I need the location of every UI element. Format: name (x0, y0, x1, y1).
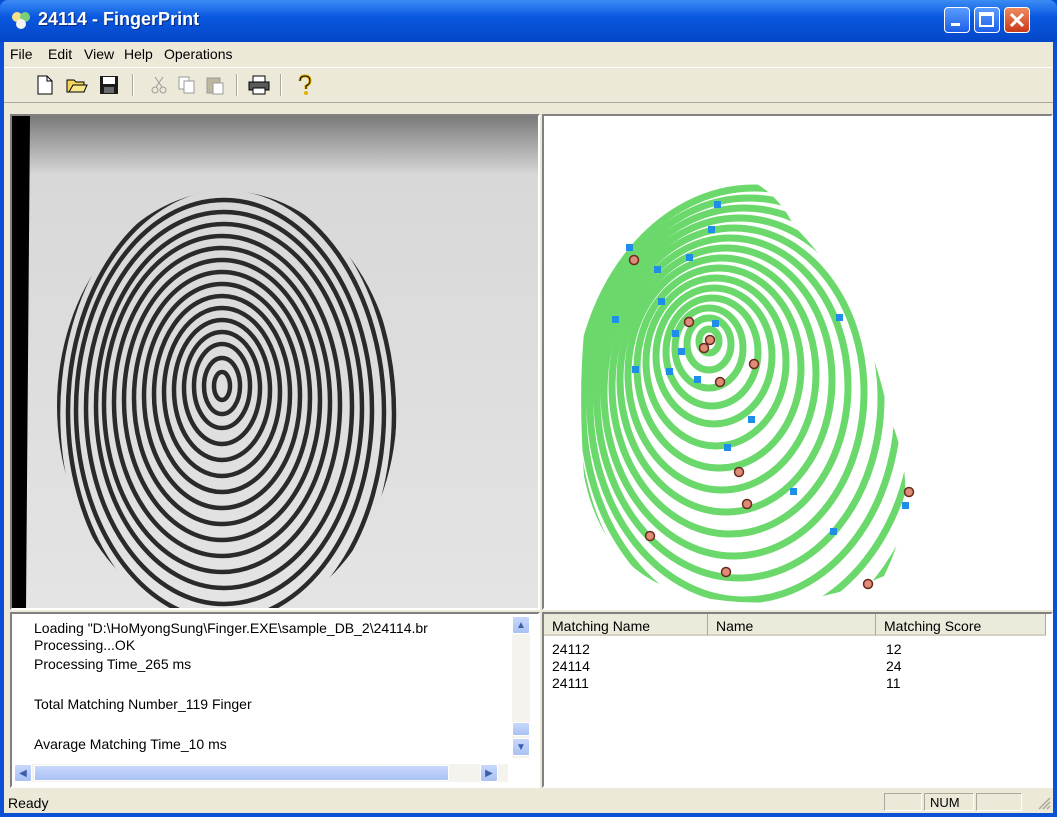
toolbar (4, 67, 1053, 103)
fingerprint-app-icon (12, 12, 30, 29)
menu-operations[interactable]: Operations (164, 46, 232, 62)
print-icon[interactable] (248, 74, 270, 96)
maximize-icon (979, 12, 994, 27)
log-line: Processing...OK (34, 637, 136, 653)
matching-name-cell: 24112 (552, 641, 590, 657)
help-icon[interactable] (294, 74, 316, 96)
status-bar: Ready NUM (4, 790, 1053, 813)
maximize-button[interactable] (974, 7, 1000, 33)
status-text: Ready (8, 795, 49, 811)
matching-name-cell: 24111 (552, 675, 589, 691)
scroll-up-icon[interactable]: ▲ (512, 616, 530, 634)
cut-icon[interactable] (148, 74, 170, 96)
status-pane-caps (884, 793, 922, 811)
score-cell: 24 (886, 658, 902, 674)
menu-help[interactable]: Help (124, 46, 153, 62)
status-pane-num: NUM (924, 793, 974, 811)
log-line: Processing Time_265 ms (34, 656, 192, 672)
app-window: 24114 - FingerPrint File Edit View Help … (0, 0, 1057, 817)
scroll-left-icon[interactable]: ◀ (14, 764, 32, 782)
ridge-map (544, 116, 1051, 608)
menu-bar: File Edit View Help Operations (4, 42, 1053, 66)
paste-icon[interactable] (204, 74, 226, 96)
column-header-name[interactable]: Name (708, 614, 876, 636)
window-title: 24114 - FingerPrint (38, 9, 200, 29)
matching-name-cell: 24114 (552, 658, 590, 674)
resize-grip-icon[interactable] (1037, 796, 1051, 810)
score-cell: 11 (886, 675, 901, 691)
title-bar[interactable]: 24114 - FingerPrint (0, 0, 1057, 42)
copy-icon[interactable] (176, 74, 198, 96)
scroll-right-icon[interactable]: ▶ (480, 764, 498, 782)
fingerprint-image-panel (10, 114, 540, 610)
log-horizontal-scrollbar[interactable]: ◀ ▶ (14, 764, 508, 782)
column-header-matching-name[interactable]: Matching Name (544, 614, 708, 636)
status-pane-scroll (976, 793, 1022, 811)
menu-view[interactable]: View (84, 46, 114, 62)
save-icon[interactable] (98, 74, 120, 96)
menu-file[interactable]: File (10, 46, 33, 62)
scroll-down-icon[interactable]: ▼ (512, 738, 530, 756)
log-line: Avarage Matching Time_10 ms (34, 736, 227, 752)
column-header-matching-score[interactable]: Matching Score (876, 614, 1046, 636)
log-panel: Loading "D:\HoMyongSung\Finger.EXE\sampl… (10, 612, 540, 788)
log-vertical-scrollbar[interactable]: ▲ ▼ (512, 616, 530, 758)
processed-fingerprint-panel (542, 114, 1053, 610)
client-area: File Edit View Help Operations Loading "… (4, 42, 1053, 813)
fingerprint-image (12, 116, 538, 608)
log-line: Loading "D:\HoMyongSung\Finger.EXE\sampl… (34, 620, 428, 636)
new-file-icon[interactable] (34, 74, 56, 96)
menu-edit[interactable]: Edit (48, 46, 72, 62)
minimize-button[interactable] (944, 7, 970, 33)
close-button[interactable] (1004, 7, 1030, 33)
log-line: Total Matching Number_119 Finger (34, 696, 252, 712)
open-folder-icon[interactable] (66, 74, 88, 96)
match-results-list: Matching Name Name Matching Score 24112 … (542, 612, 1053, 788)
close-icon (1009, 12, 1025, 28)
scroll-thumb[interactable] (512, 722, 530, 736)
score-cell: 12 (886, 641, 902, 657)
scroll-thumb[interactable] (34, 765, 449, 781)
minimize-icon (951, 23, 960, 26)
